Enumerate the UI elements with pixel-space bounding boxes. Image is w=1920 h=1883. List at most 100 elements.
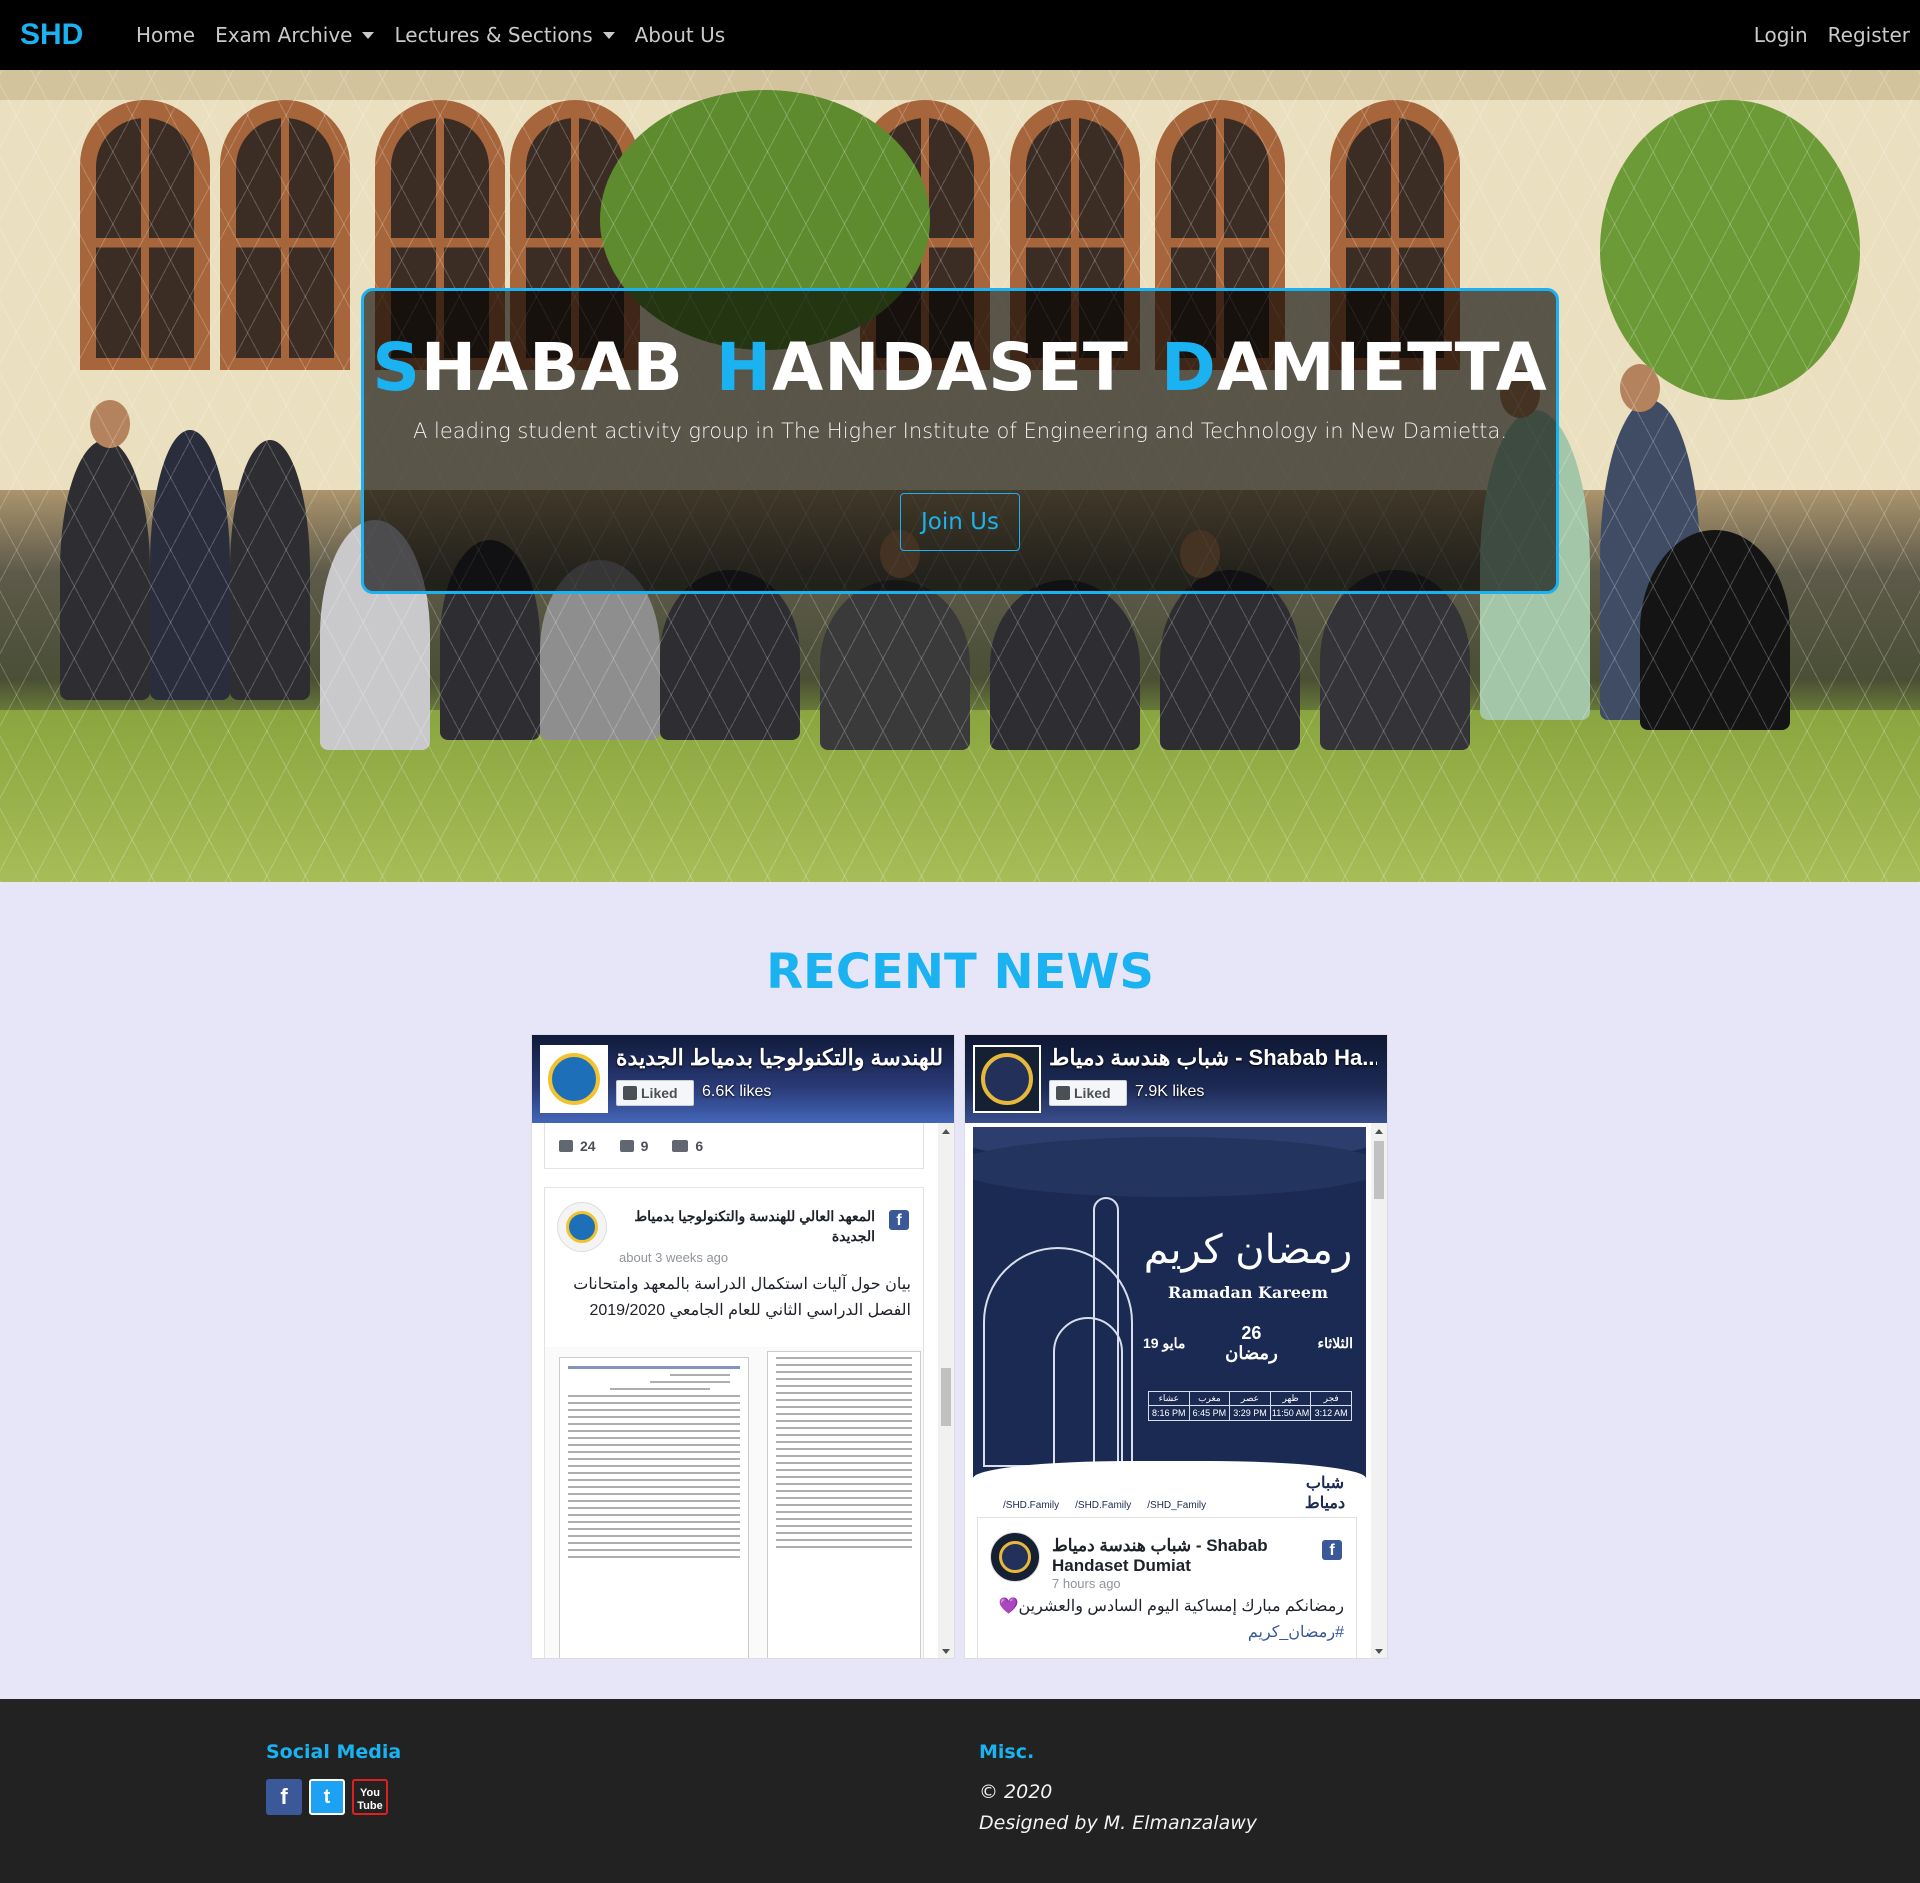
title-initial-s: S bbox=[372, 329, 421, 406]
post-author[interactable]: المعهد العالي للهندسة والتكنولوجيا بدميا… bbox=[619, 1206, 875, 1246]
scroll-down-arrow-icon[interactable] bbox=[1375, 1649, 1383, 1654]
post-document-image[interactable] bbox=[544, 1347, 924, 1658]
ramadan-title-arabic: رمضان كريم bbox=[1143, 1227, 1353, 1273]
institute-logo[interactable] bbox=[540, 1045, 608, 1113]
designer-credit: Designed by M. Elmanzalawy bbox=[979, 1812, 1258, 1834]
hero-card: SHABAB HANDASET DAMIETTA A leading student… bbox=[361, 288, 1559, 594]
post-reactions: 24 9 6 bbox=[544, 1123, 924, 1169]
prayer-cell: ظهر 11:50 AM bbox=[1270, 1392, 1312, 1420]
title-word-shabab: HABAB bbox=[420, 329, 684, 406]
liked-button[interactable]: Liked bbox=[1049, 1080, 1127, 1106]
imsakia-footer-band: /SHD.Family /SHD.Family /SHD_Family شباب… bbox=[973, 1461, 1366, 1519]
feed-header: لي للهندسة والتكنولوجيا بدمياط الجديدة..… bbox=[532, 1035, 954, 1123]
twitter-icon[interactable]: t bbox=[309, 1779, 345, 1815]
post-hashtag[interactable]: #رمضان_كريم bbox=[978, 1620, 1356, 1646]
title-word-damietta: AMIETTA bbox=[1216, 329, 1548, 406]
facebook-icon[interactable]: f bbox=[266, 1779, 302, 1815]
join-us-button[interactable]: Join Us bbox=[900, 493, 1020, 551]
scroll-up-arrow-icon[interactable] bbox=[1375, 1129, 1383, 1134]
facebook-icon[interactable]: f bbox=[889, 1210, 909, 1230]
gregorian-date: 19 مايو bbox=[1143, 1334, 1186, 1351]
hijri-month: رمضان bbox=[1225, 1343, 1278, 1363]
avatar[interactable] bbox=[990, 1532, 1040, 1582]
nav-home[interactable]: Home bbox=[136, 23, 195, 47]
weekday: الثلاثاء bbox=[1317, 1334, 1353, 1351]
feed-page-name[interactable]: لي للهندسة والتكنولوجيا بدمياط الجديدة..… bbox=[616, 1045, 944, 1071]
feed-post: المعهد العالي للهندسة والتكنولوجيا بدميا… bbox=[544, 1187, 924, 1367]
prayer-cell: عصر 3:29 PM bbox=[1230, 1392, 1271, 1420]
prayer-cell: عشاء 8:16 PM bbox=[1149, 1392, 1190, 1420]
feed-scrollbar[interactable] bbox=[1371, 1123, 1387, 1658]
title-initial-h: H bbox=[715, 329, 773, 406]
ramadan-imsakia-image[interactable]: رمضان كريم Ramadan Kareem 19 مايو 26 رمضا… bbox=[973, 1127, 1366, 1519]
comment-count[interactable]: 9 bbox=[619, 1137, 649, 1154]
recent-news-heading: RECENT NEWS bbox=[766, 944, 1154, 1000]
share-count[interactable]: 6 bbox=[672, 1138, 703, 1154]
prayer-times-table: عشاء 8:16 PM مغرب 6:45 PM عصر 3:29 PM ظهر 11… bbox=[1148, 1391, 1352, 1421]
imsakia-social-handles: /SHD.Family /SHD.Family /SHD_Family bbox=[1003, 1500, 1206, 1511]
title-initial-d: D bbox=[1160, 329, 1217, 406]
footer-misc-column: Misc. © 2020 Designed by M. Elmanzalawy bbox=[979, 1741, 1257, 1839]
title-word-handaset: ANDASET bbox=[772, 329, 1129, 406]
likes-count: 7.9K likes bbox=[1135, 1083, 1205, 1100]
chevron-down-icon bbox=[362, 31, 375, 39]
facebook-handle: /SHD.Family bbox=[1003, 1500, 1060, 1511]
hero-subtitle: A leading student activity group in The … bbox=[412, 419, 1508, 443]
prayer-cell: فجر 3:12 AM bbox=[1311, 1392, 1351, 1420]
social-media-heading: Social Media bbox=[266, 1741, 402, 1763]
likes-count: 6.6K likes bbox=[702, 1083, 772, 1100]
nav-exam-archive-label: Exam Archive bbox=[215, 23, 353, 47]
nav-home-label: Home bbox=[136, 23, 196, 47]
copyright-text: © 2020 bbox=[979, 1781, 1053, 1803]
post-time[interactable]: 7 hours ago bbox=[1052, 1576, 1121, 1591]
nav-links: Home Exam Archive Lectures & Sections Ab… bbox=[136, 23, 745, 47]
auth-links: Login Register bbox=[1734, 23, 1910, 47]
nav-lectures-label: Lectures & Sections bbox=[394, 23, 593, 47]
nav-about-label: About Us bbox=[634, 23, 726, 47]
footer-social-column: Social Media f t You Tube bbox=[266, 1741, 401, 1815]
like-count[interactable]: 24 bbox=[559, 1138, 596, 1154]
chevron-down-icon bbox=[602, 31, 615, 39]
hero-banner: SHABAB HANDASET DAMIETTA A leading student… bbox=[0, 70, 1920, 882]
thumbs-up-icon bbox=[559, 1139, 573, 1152]
twitter-handle: /SHD_Family bbox=[1147, 1500, 1207, 1511]
register-link[interactable]: Register bbox=[1828, 23, 1910, 47]
youtube-icon[interactable]: You Tube bbox=[352, 1779, 388, 1815]
scroll-down-arrow-icon[interactable] bbox=[942, 1649, 950, 1654]
feed-page-name[interactable]: شباب هندسة دمياط - Shabab Ha... bbox=[1049, 1045, 1377, 1071]
shd-page-logo[interactable] bbox=[973, 1045, 1041, 1113]
login-link[interactable]: Login bbox=[1754, 23, 1808, 47]
misc-heading: Misc. bbox=[979, 1741, 1035, 1763]
prayer-cell: مغرب 6:45 PM bbox=[1189, 1392, 1231, 1420]
dome-illustration bbox=[1053, 1317, 1123, 1467]
feed-scrollbar[interactable] bbox=[938, 1123, 954, 1658]
nav-lectures-dropdown[interactable]: Lectures & Sections bbox=[394, 23, 615, 47]
liked-button[interactable]: Liked bbox=[616, 1080, 694, 1106]
social-links: f t You Tube bbox=[266, 1779, 401, 1815]
avatar[interactable] bbox=[557, 1202, 607, 1252]
ramadan-title-english: Ramadan Kareem bbox=[1167, 1283, 1329, 1302]
share-count-value: 6 bbox=[695, 1137, 704, 1154]
post-text: رمضانكم مبارك إمساكية اليوم السادس والعش… bbox=[998, 1598, 1344, 1615]
facebook-icon[interactable]: f bbox=[1322, 1540, 1342, 1560]
share-icon bbox=[672, 1139, 689, 1152]
scrollbar-thumb[interactable] bbox=[1374, 1141, 1384, 1199]
instagram-handle: /SHD.Family bbox=[1075, 1500, 1132, 1511]
post-time[interactable]: about 3 weeks ago bbox=[619, 1250, 728, 1265]
facebook-feed-institute[interactable]: لي للهندسة والتكنولوجيا بدمياط الجديدة..… bbox=[531, 1034, 955, 1659]
facebook-feed-shd[interactable]: شباب هندسة دمياط - Shabab Ha... Liked 7.… bbox=[964, 1034, 1388, 1659]
post-text: بيان حول آليات استكمال الدراسة بالمعهد و… bbox=[573, 1276, 911, 1319]
like-count-value: 24 bbox=[580, 1137, 596, 1154]
brand-logo[interactable]: SHD bbox=[20, 18, 136, 52]
nav-exam-archive-dropdown[interactable]: Exam Archive bbox=[215, 23, 375, 47]
hero-title: SHABAB HANDASET DAMIETTA bbox=[364, 329, 1556, 407]
imsakia-date: 19 مايو 26 رمضان الثلاثاء bbox=[1143, 1323, 1353, 1363]
nav-about-us[interactable]: About Us bbox=[635, 23, 726, 47]
scroll-up-arrow-icon[interactable] bbox=[942, 1129, 950, 1134]
post-author[interactable]: شباب هندسة دمياط - Shabab Handaset Dumia… bbox=[1052, 1536, 1308, 1576]
comment-count-value: 9 bbox=[640, 1137, 649, 1154]
comment-icon bbox=[619, 1139, 634, 1152]
scrollbar-thumb[interactable] bbox=[941, 1368, 951, 1426]
site-footer: Social Media f t You Tube Misc. © 2020 De… bbox=[0, 1699, 1920, 1883]
feed-header: شباب هندسة دمياط - Shabab Ha... Liked 7.… bbox=[965, 1035, 1387, 1123]
